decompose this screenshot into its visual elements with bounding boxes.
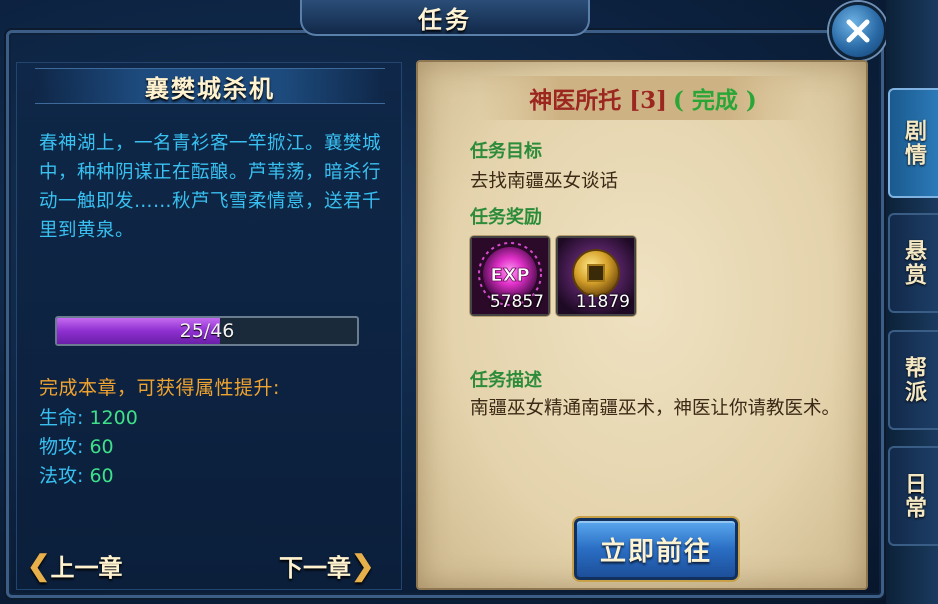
stat-label: 生命: — [39, 407, 84, 429]
prev-chapter-label: 上一章 — [50, 553, 123, 582]
tab-guild[interactable]: 帮派 — [888, 330, 938, 430]
tab-label: 帮派 — [901, 356, 927, 404]
close-icon — [846, 19, 870, 43]
chapter-reward-heading: 完成本章，可获得属性提升: — [39, 377, 280, 399]
chapter-description: 春神湖上，一名青衫客一竿掀江。襄樊城中，种种阴谋正在酝酿。芦苇荡，暗杀行动一触即… — [39, 133, 382, 241]
quest-window: 任务 襄樊城杀机 春神湖上，一名青衫客一竿掀江。襄樊城中，种种阴谋正在酝酿。芦苇… — [0, 0, 938, 604]
next-chapter-label: 下一章 — [279, 553, 351, 582]
chapter-progress-bar: 25/46 — [55, 316, 359, 346]
chapter-title: 襄樊城杀机 — [145, 73, 275, 103]
prev-chapter-button[interactable]: ❮ 上一章 — [27, 548, 122, 583]
stat-value: 60 — [89, 465, 114, 487]
tab-label: 日常 — [901, 472, 927, 520]
reward-slot-copper[interactable]: 11879 — [556, 236, 636, 316]
reward-count: 57857 — [489, 292, 544, 312]
window-title: 任务 — [418, 4, 472, 34]
go-now-button[interactable]: 立即前往 — [574, 518, 738, 580]
quest-detail-panel: 神医所托 [3] ( 完成 ) 任务目标 去找南疆巫女谈话 任务奖励 EXP 5… — [416, 60, 868, 590]
go-now-label: 立即前往 — [599, 536, 712, 567]
chapter-title-banner: 襄樊城杀机 — [35, 68, 385, 104]
next-chapter-button[interactable]: 下一章 ❯ — [279, 548, 374, 583]
tab-label: 悬赏 — [901, 239, 927, 287]
tab-label: 剧情 — [901, 119, 927, 167]
objective-label: 任务目标 — [470, 141, 542, 162]
tab-daily[interactable]: 日常 — [888, 446, 938, 546]
objective-text: 去找南疆巫女谈话 — [470, 171, 619, 192]
reward-label: 任务奖励 — [470, 207, 542, 228]
description-label: 任务描述 — [470, 370, 542, 391]
quest-status: ( 完成 ) — [673, 87, 757, 114]
tab-bounty[interactable]: 悬赏 — [888, 213, 938, 313]
reward-count: 11879 — [575, 292, 630, 312]
stat-row-physical-attack: 物攻: 60 — [39, 432, 114, 459]
exp-badge: EXP — [490, 265, 529, 286]
title-bar: 任务 — [300, 0, 590, 36]
stat-label: 法攻: — [39, 465, 84, 487]
chevron-left-icon: ❮ — [27, 549, 51, 582]
quest-name: 神医所托 [3] — [529, 87, 667, 114]
stat-value: 60 — [89, 436, 114, 458]
chapter-panel: 襄樊城杀机 春神湖上，一名青衫客一竿掀江。襄樊城中，种种阴谋正在酝酿。芦苇荡，暗… — [16, 62, 402, 590]
stat-value: 1200 — [89, 407, 138, 429]
stat-row-hp: 生命: 1200 — [39, 403, 138, 430]
reward-slot-exp[interactable]: EXP 57857 — [470, 236, 550, 316]
close-button[interactable] — [829, 2, 887, 60]
tab-story[interactable]: 剧情 — [888, 88, 938, 198]
quest-header: 神医所托 [3] ( 完成 ) — [478, 76, 808, 120]
description-text: 南疆巫女精通南疆巫术，神医让你请教医术。 — [470, 398, 841, 419]
stat-label: 物攻: — [39, 436, 84, 458]
progress-label: 25/46 — [179, 320, 235, 342]
chevron-right-icon: ❯ — [351, 549, 375, 582]
stat-row-magic-attack: 法攻: 60 — [39, 461, 114, 488]
